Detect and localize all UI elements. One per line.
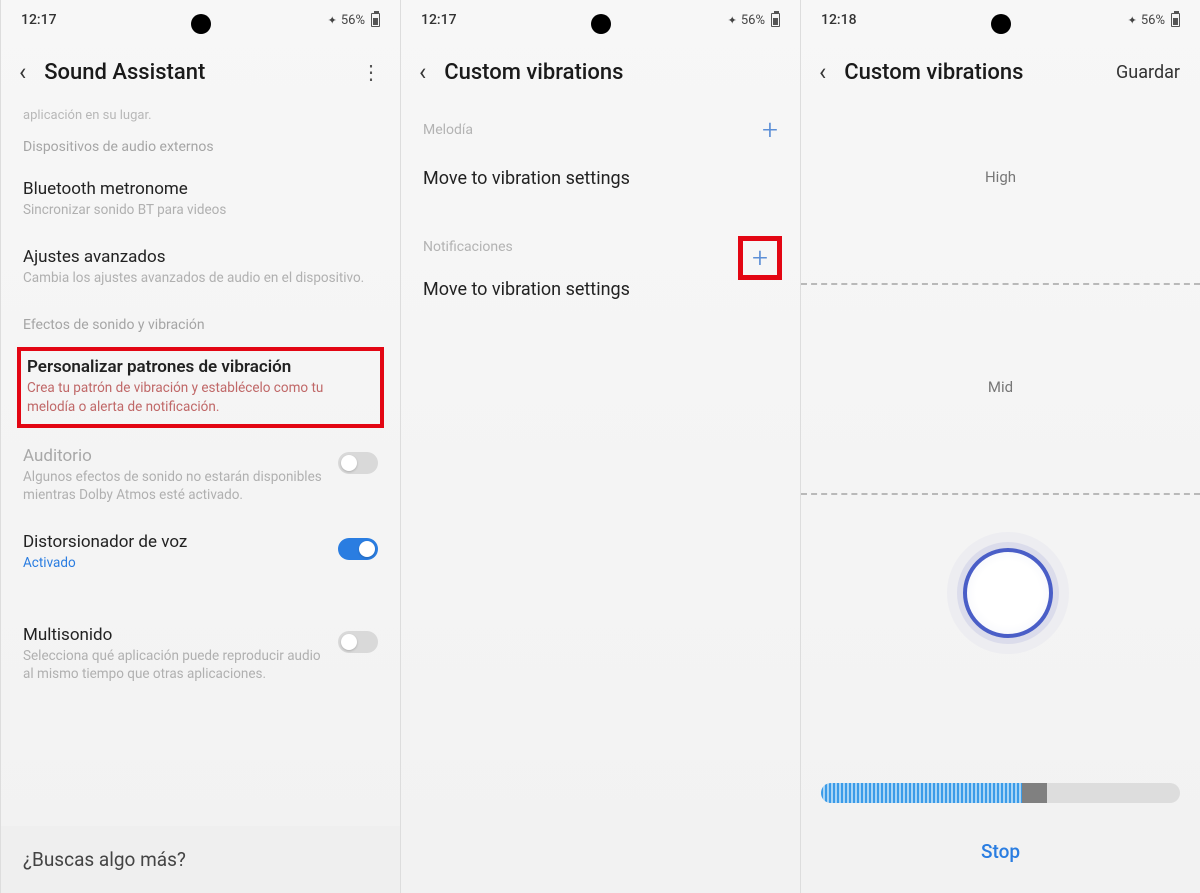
- back-icon[interactable]: ‹: [419, 58, 426, 86]
- header: ‹ Sound Assistant ⋮: [1, 40, 400, 108]
- stop-button[interactable]: Stop: [981, 840, 1020, 863]
- status-time: 12:18: [821, 12, 857, 28]
- level-high-label: High: [985, 168, 1016, 186]
- section-label: Notificaciones: [423, 239, 513, 255]
- row-subtitle: Crea tu patrón de vibración y establécel…: [27, 379, 374, 415]
- page-title: Custom vibrations: [444, 60, 780, 85]
- page-title: Sound Assistant: [44, 60, 343, 85]
- status-bar: 12:18 ✦56%: [801, 0, 1200, 40]
- row-subtitle: Selecciona qué aplicación puede reproduc…: [23, 647, 326, 683]
- row-subtitle: Activado: [23, 554, 187, 572]
- row-title: Bluetooth metronome: [23, 179, 378, 199]
- status-bar: 12:17 ✦56%: [401, 0, 800, 40]
- timeline-recorded: [821, 783, 1022, 803]
- screen-vibration-editor: 12:18 ✦56% ‹ Custom vibrations Guardar H…: [800, 0, 1200, 893]
- section-external-devices: Dispositivos de audio externos: [1, 123, 400, 165]
- back-icon[interactable]: ‹: [819, 58, 826, 86]
- row-title: Multisonido: [23, 625, 326, 645]
- section-melody: Melodía +: [401, 108, 800, 152]
- row-multisound[interactable]: Multisonido Selecciona qué aplicación pu…: [1, 611, 400, 697]
- add-notification-icon[interactable]: +: [752, 244, 768, 272]
- highlight-box-add-notification[interactable]: +: [738, 236, 782, 280]
- page-title: Custom vibrations: [844, 60, 1098, 85]
- header: ‹ Custom vibrations: [401, 40, 800, 108]
- level-mid-label: Mid: [988, 378, 1013, 396]
- toggle-multisound[interactable]: [338, 631, 378, 653]
- row-subtitle: Sincronizar sonido BT para videos: [23, 201, 378, 219]
- more-icon[interactable]: ⋮: [361, 60, 380, 84]
- row-title: Ajustes avanzados: [23, 247, 378, 267]
- toggle-auditorio[interactable]: [338, 452, 378, 474]
- status-battery: ✦56%: [1128, 13, 1180, 28]
- status-time: 12:17: [421, 12, 457, 28]
- divider-high-mid: [801, 283, 1200, 285]
- status-battery: ✦56%: [728, 13, 780, 28]
- row-subtitle: Algunos efectos de sonido no estarán dis…: [23, 468, 326, 504]
- section-label: Melodía: [423, 122, 473, 138]
- divider-mid-low: [801, 493, 1200, 495]
- status-time: 12:17: [21, 12, 57, 28]
- row-bluetooth-metronome[interactable]: Bluetooth metronome Sincronizar sonido B…: [1, 165, 400, 233]
- row-auditorio[interactable]: Auditorio Algunos efectos de sonido no e…: [1, 432, 400, 518]
- row-voice-distortion[interactable]: Distorsionador de voz Activado: [1, 518, 400, 586]
- status-bar: 12:17 ✦56%: [1, 0, 400, 40]
- save-button[interactable]: Guardar: [1116, 62, 1180, 83]
- screen-sound-assistant: 12:17 ✦56% ‹ Sound Assistant ⋮ aplicació…: [0, 0, 400, 893]
- screen-custom-vibrations-list: 12:17 ✦56% ‹ Custom vibrations Melodía +…: [400, 0, 800, 893]
- truncated-text: aplicación en su lugar.: [1, 108, 400, 123]
- row-title: Auditorio: [23, 446, 326, 466]
- row-title: Personalizar patrones de vibración: [27, 357, 374, 377]
- header: ‹ Custom vibrations Guardar: [801, 40, 1200, 108]
- section-sound-vibration: Efectos de sonido y vibración: [1, 301, 400, 343]
- back-icon[interactable]: ‹: [19, 58, 26, 86]
- status-battery: ✦56%: [328, 13, 380, 28]
- record-indicator[interactable]: [963, 548, 1053, 638]
- row-subtitle: Cambia los ajustes avanzados de audio en…: [23, 269, 378, 287]
- add-melody-icon[interactable]: +: [762, 116, 778, 144]
- footer-search-prompt[interactable]: ¿Buscas algo más?: [1, 826, 400, 893]
- highlight-box-vibration[interactable]: Personalizar patrones de vibración Crea …: [17, 347, 384, 427]
- timeline-cursor: [1022, 783, 1047, 803]
- row-advanced-settings[interactable]: Ajustes avanzados Cambia los ajustes ava…: [1, 233, 400, 301]
- vibration-canvas[interactable]: High Mid Low: [801, 118, 1200, 708]
- toggle-voice-distortion[interactable]: [338, 538, 378, 560]
- link-vibration-settings-melody[interactable]: Move to vibration settings: [401, 152, 800, 211]
- row-title: Distorsionador de voz: [23, 532, 187, 552]
- vibration-timeline[interactable]: [821, 783, 1180, 803]
